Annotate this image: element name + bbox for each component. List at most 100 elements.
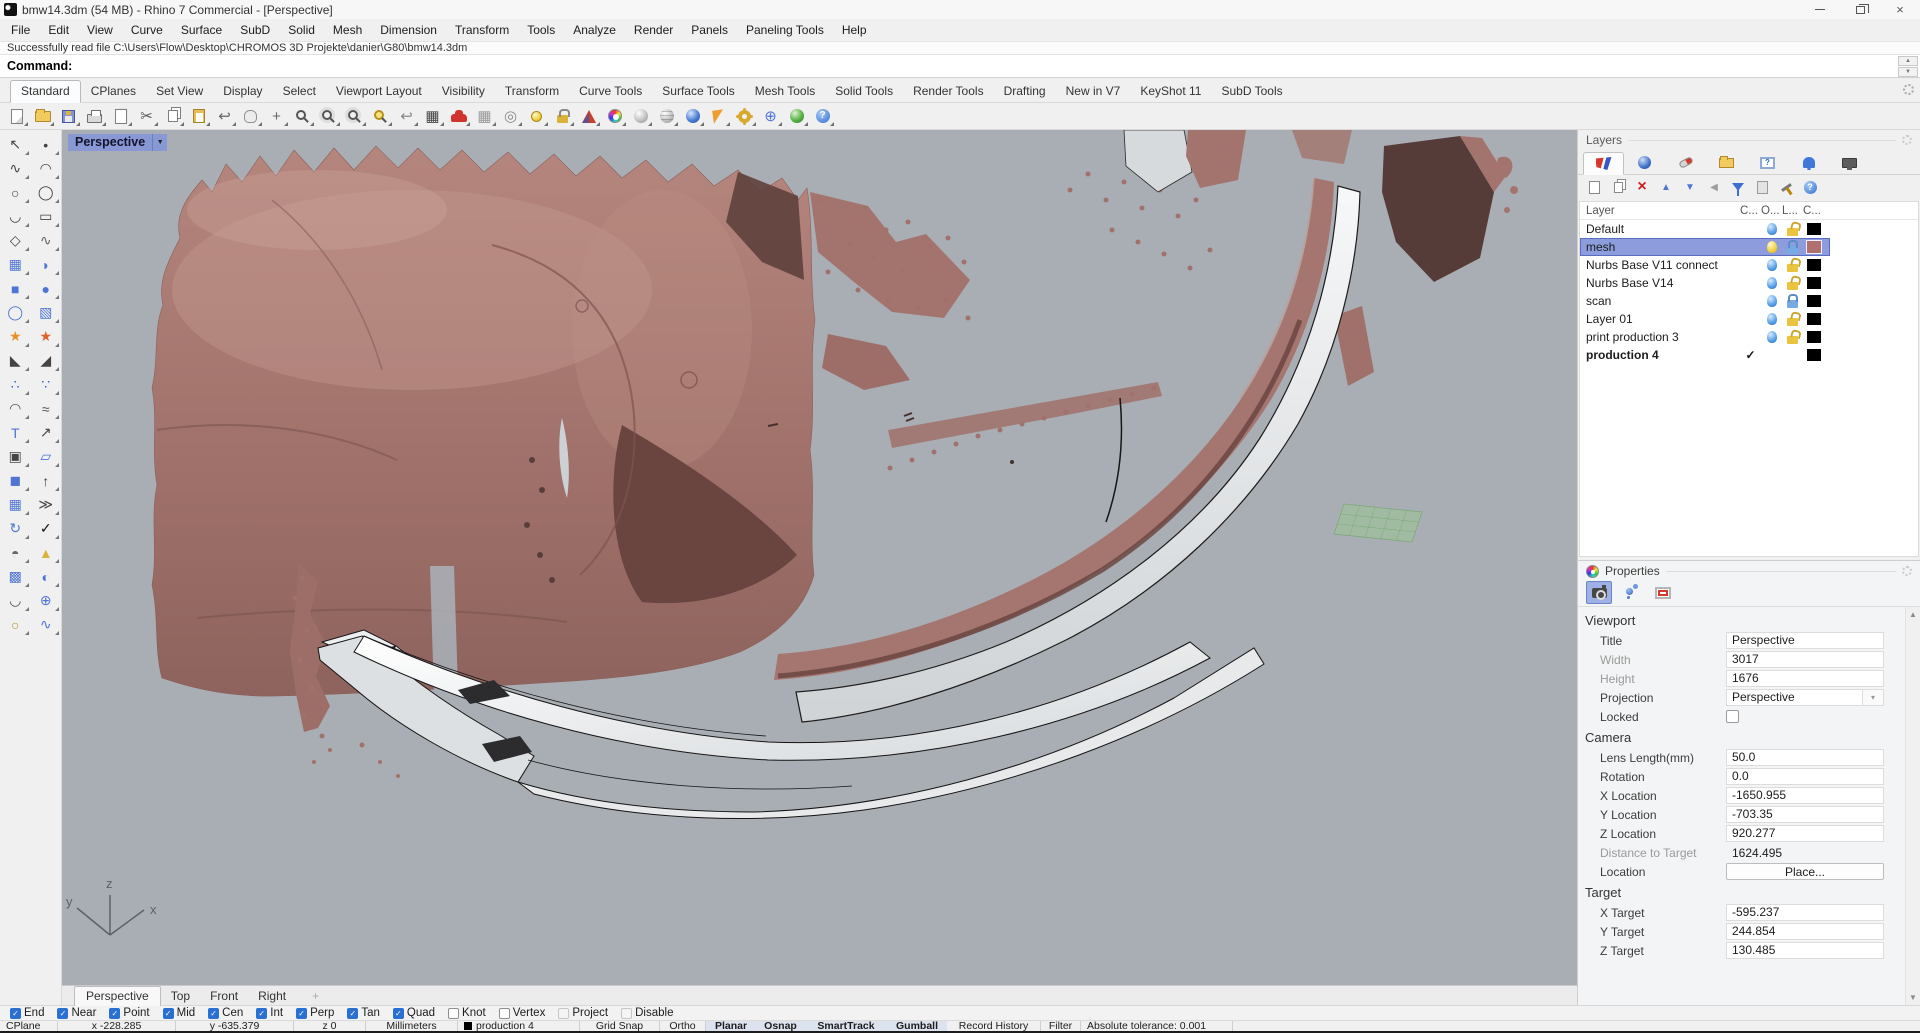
toolbar-tab-solid-tools[interactable]: Solid Tools bbox=[825, 81, 903, 102]
lock-icon[interactable] bbox=[1787, 264, 1798, 272]
cut-icon[interactable]: ✂ bbox=[134, 104, 159, 128]
display-properties-tab[interactable] bbox=[1650, 581, 1676, 604]
prop-x-location-field[interactable]: -1650.955 bbox=[1726, 787, 1884, 804]
copy-icon[interactable] bbox=[160, 104, 185, 128]
status-gumball[interactable]: Gumball bbox=[887, 1021, 947, 1031]
command-line[interactable]: Command: ▲ ▼ bbox=[0, 54, 1920, 78]
toolbar-tab-display[interactable]: Display bbox=[213, 81, 272, 102]
tool-check-objects[interactable]: ✓ bbox=[32, 517, 59, 540]
osnap-point[interactable]: ✓Point bbox=[109, 1007, 149, 1019]
osnap-perp-checkbox[interactable]: ✓ bbox=[296, 1008, 307, 1019]
layer-color-swatch[interactable] bbox=[1807, 241, 1821, 253]
tool-fillet[interactable]: ◠ bbox=[2, 397, 29, 420]
viewport-tab-top[interactable]: Top bbox=[161, 988, 200, 1004]
visibility-bulb-icon[interactable] bbox=[1767, 295, 1777, 307]
layers-gear-icon[interactable] bbox=[1902, 135, 1912, 145]
toolbar-tab-mesh-tools[interactable]: Mesh Tools bbox=[745, 81, 825, 102]
layer-color-swatch[interactable] bbox=[1807, 259, 1821, 271]
pan-icon[interactable] bbox=[238, 104, 263, 128]
osnap-near-checkbox[interactable]: ✓ bbox=[57, 1008, 68, 1019]
web-browser-globe-icon[interactable] bbox=[784, 104, 809, 128]
display-mode-cone-icon[interactable] bbox=[576, 104, 601, 128]
tool-solid-tools[interactable]: ◼ bbox=[2, 469, 29, 492]
tool-sphere[interactable]: ● bbox=[32, 277, 59, 300]
raytraced-sphere-icon[interactable] bbox=[680, 104, 705, 128]
named-views-icon[interactable] bbox=[446, 104, 471, 128]
move-up-button[interactable]: ▲ bbox=[1656, 178, 1676, 196]
layer-row-layer-01[interactable]: Layer 01 bbox=[1580, 310, 1830, 328]
lock-icon[interactable] bbox=[1787, 228, 1798, 236]
tool-ellipse[interactable]: ◯ bbox=[32, 181, 59, 204]
color-wheel-icon[interactable] bbox=[602, 104, 627, 128]
tool-cage-edit[interactable]: ▩ bbox=[2, 565, 29, 588]
osnap-end-checkbox[interactable]: ✓ bbox=[10, 1008, 21, 1019]
visibility-bulb-icon[interactable] bbox=[1767, 277, 1777, 289]
tool-surface-edge[interactable]: ◗ bbox=[32, 253, 59, 276]
prop-z-target-field[interactable]: 130.485 bbox=[1726, 942, 1884, 959]
new-file-icon[interactable] bbox=[4, 104, 29, 128]
visibility-bulb-icon[interactable] bbox=[1767, 313, 1777, 325]
tool-boolean[interactable]: ◓ bbox=[2, 541, 29, 564]
layer-color-swatch[interactable] bbox=[1807, 313, 1821, 325]
toolbar-tab-set-view[interactable]: Set View bbox=[146, 81, 213, 102]
layers-column-2[interactable]: O... bbox=[1761, 205, 1782, 217]
materials-panel-tab[interactable] bbox=[1665, 151, 1706, 174]
tool-rotate[interactable]: ↻ bbox=[2, 517, 29, 540]
zoom-window-icon[interactable] bbox=[316, 104, 341, 128]
rendering-panel-tab[interactable] bbox=[1624, 151, 1665, 174]
menu-mesh[interactable]: Mesh bbox=[324, 23, 371, 37]
menu-curve[interactable]: Curve bbox=[122, 23, 172, 37]
prop-width-field[interactable]: 3017 bbox=[1726, 651, 1884, 668]
restore-button[interactable] bbox=[1840, 0, 1880, 19]
menu-render[interactable]: Render bbox=[625, 23, 682, 37]
tool-sweep[interactable]: ∿ bbox=[32, 613, 59, 636]
properties-scrollbar[interactable]: ▲ ▼ bbox=[1905, 607, 1920, 1005]
status-planar[interactable]: Planar bbox=[706, 1021, 756, 1031]
osnap-mid[interactable]: ✓Mid bbox=[163, 1007, 196, 1019]
layers-column-0[interactable]: Layer bbox=[1580, 205, 1740, 217]
options-gear-icon[interactable] bbox=[732, 104, 757, 128]
tool-surface-from-points[interactable]: ▦ bbox=[2, 253, 29, 276]
collapse-button[interactable]: ◀ bbox=[1704, 178, 1724, 196]
toolbar-tab-new-in-v7[interactable]: New in V7 bbox=[1056, 81, 1131, 102]
layer-color-swatch[interactable] bbox=[1807, 223, 1821, 235]
toolbar-tab-surface-tools[interactable]: Surface Tools bbox=[652, 81, 745, 102]
prop-rotation-field[interactable]: 0.0 bbox=[1726, 768, 1884, 785]
lock-objects-icon[interactable] bbox=[550, 104, 575, 128]
toolbar-tab-cplanes[interactable]: CPlanes bbox=[81, 81, 146, 102]
viewport-properties-tab[interactable] bbox=[1586, 581, 1612, 604]
rendered-sphere-icon[interactable] bbox=[654, 104, 679, 128]
paste-icon[interactable] bbox=[186, 104, 211, 128]
toolbar-tab-standard[interactable]: Standard bbox=[10, 80, 81, 103]
menu-analyze[interactable]: Analyze bbox=[564, 23, 625, 37]
status-grid-snap[interactable]: Grid Snap bbox=[580, 1021, 660, 1031]
tool-lamp-tool[interactable]: ○ bbox=[2, 613, 29, 636]
viewport-title-dropdown-icon[interactable]: ▼ bbox=[152, 134, 167, 151]
tool-array-linear[interactable]: ≫ bbox=[32, 493, 59, 516]
osnap-disable[interactable]: Disable bbox=[621, 1007, 673, 1019]
lamp-icon[interactable] bbox=[524, 104, 549, 128]
osnap-disable-checkbox[interactable] bbox=[621, 1008, 632, 1019]
osnap-tan-checkbox[interactable]: ✓ bbox=[347, 1008, 358, 1019]
render-properties-tab[interactable] bbox=[1618, 581, 1644, 604]
notification-flag-icon[interactable] bbox=[706, 104, 731, 128]
osnap-cen-checkbox[interactable]: ✓ bbox=[208, 1008, 219, 1019]
scroll-up-icon[interactable]: ▲ bbox=[1909, 610, 1917, 619]
prop-title-field[interactable]: Perspective bbox=[1726, 632, 1884, 649]
save-icon[interactable] bbox=[56, 104, 81, 128]
menu-edit[interactable]: Edit bbox=[39, 23, 78, 37]
osnap-project[interactable]: Project bbox=[558, 1007, 608, 1019]
zoom-selected-icon[interactable] bbox=[342, 104, 367, 128]
layer-row-production-4[interactable]: production 4 ✓ bbox=[1580, 346, 1830, 364]
close-button[interactable]: × bbox=[1880, 0, 1920, 19]
rotate-view-icon[interactable]: + bbox=[264, 104, 289, 128]
tool-trim[interactable]: ◣ bbox=[2, 349, 29, 372]
menu-help[interactable]: Help bbox=[833, 23, 876, 37]
tool-blast[interactable]: ★ bbox=[32, 325, 59, 348]
menu-panels[interactable]: Panels bbox=[682, 23, 737, 37]
visibility-bulb-icon[interactable] bbox=[1767, 259, 1777, 271]
osnap-cen[interactable]: ✓Cen bbox=[208, 1007, 243, 1019]
osnap-tan[interactable]: ✓Tan bbox=[347, 1007, 380, 1019]
osnap-quad-checkbox[interactable]: ✓ bbox=[393, 1008, 404, 1019]
tool-arc[interactable]: ◡ bbox=[2, 205, 29, 228]
